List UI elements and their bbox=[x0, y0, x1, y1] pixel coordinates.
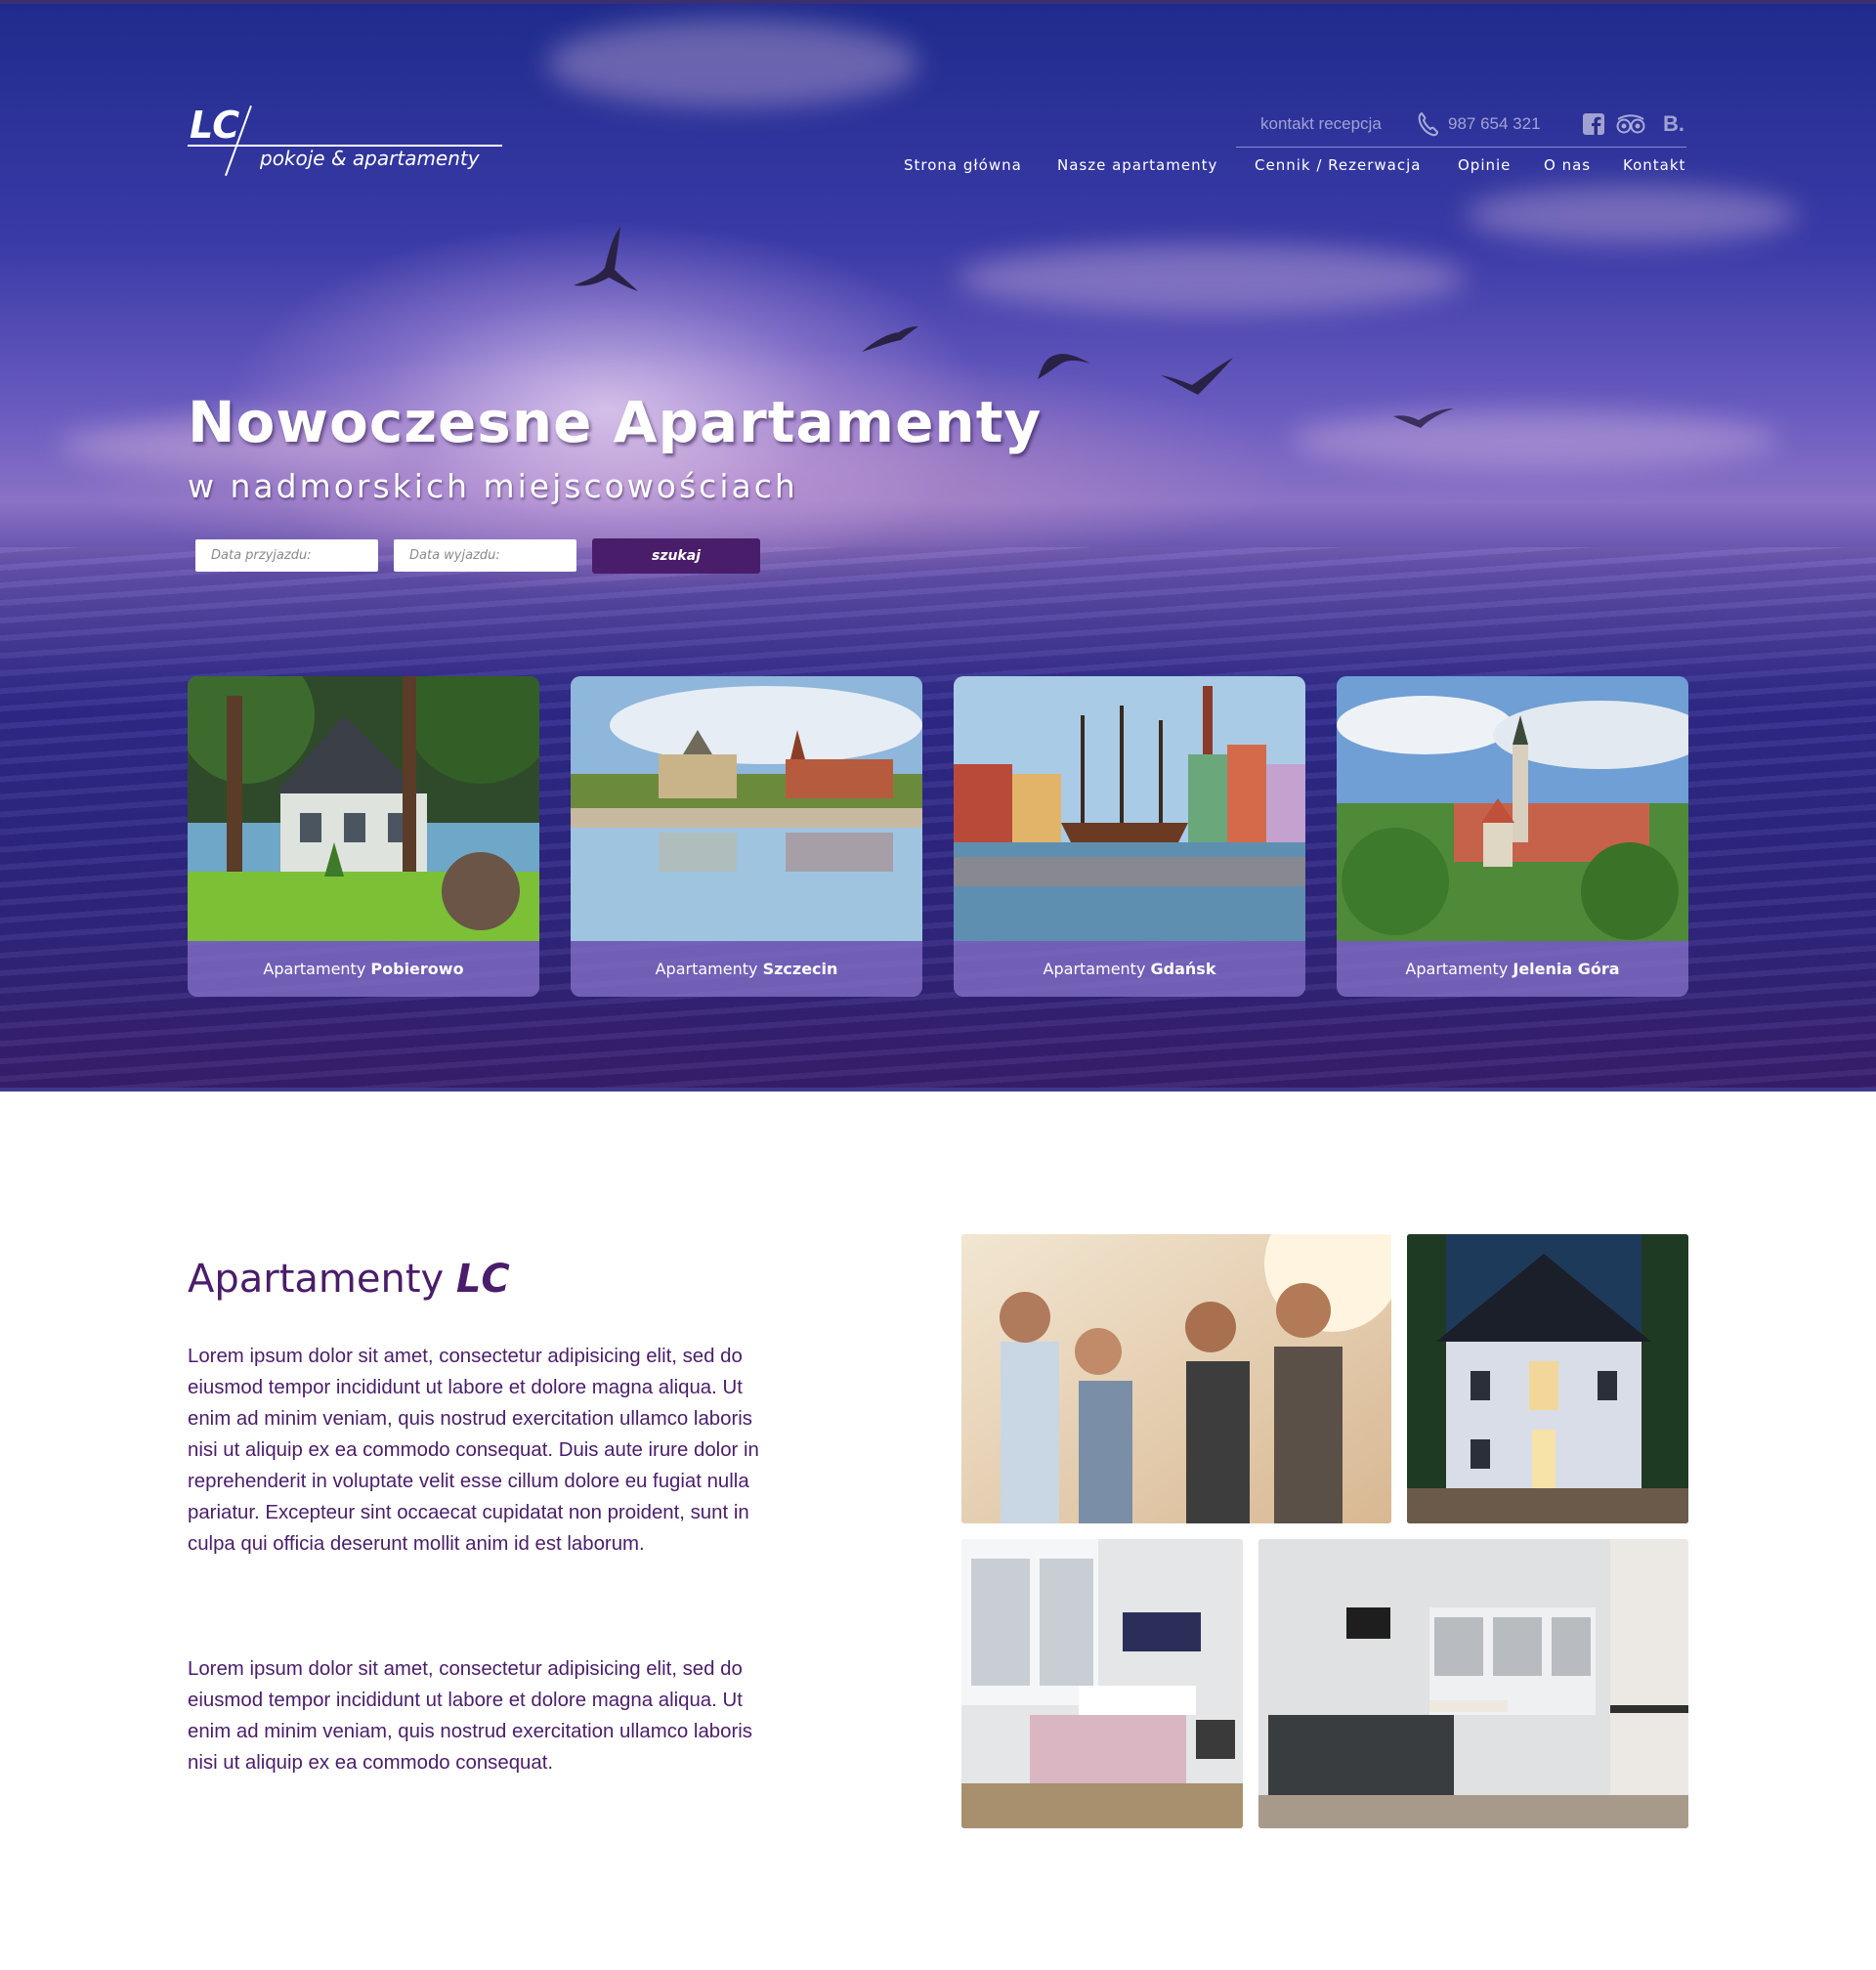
hero-bottom-border bbox=[0, 1088, 1876, 1092]
card-location-name: Szczecin bbox=[762, 960, 838, 978]
hero-section: LC pokoje & apartamenty kontakt recepcja… bbox=[0, 0, 1876, 1092]
nav-item-home[interactable]: Strona główna bbox=[904, 156, 1022, 174]
cloud bbox=[1466, 186, 1798, 244]
hero-subtitle: w nadmorskich miejscowościach bbox=[188, 467, 798, 505]
card-prefix: Apartamenty bbox=[655, 960, 758, 978]
location-card-jelenia-gora[interactable]: Apartamenty Jelenia Góra bbox=[1337, 676, 1688, 997]
contact-label: kontakt recepcja bbox=[1260, 114, 1382, 133]
card-prefix: Apartamenty bbox=[263, 960, 366, 978]
phone-icon[interactable] bbox=[1417, 111, 1438, 137]
booking-icon[interactable]: B. bbox=[1663, 111, 1684, 137]
card-location-name: Pobierowo bbox=[370, 960, 464, 978]
location-card-label: Apartamenty Gdańsk bbox=[954, 941, 1305, 997]
cloud bbox=[547, 20, 918, 107]
card-location-name: Jelenia Góra bbox=[1513, 960, 1620, 978]
logo-tagline: pokoje & apartamenty bbox=[260, 147, 480, 170]
about-paragraph: Lorem ipsum dolor sit amet, consectetur … bbox=[188, 1346, 759, 1555]
about-title-prefix: Apartamenty bbox=[188, 1257, 445, 1302]
tripadvisor-icon[interactable] bbox=[1616, 113, 1645, 135]
location-card-label: Apartamenty Pobierowo bbox=[188, 941, 539, 997]
main-nav: Strona główna Nasze apartamenty Cennik /… bbox=[879, 156, 1686, 178]
bird-icon bbox=[1161, 358, 1233, 395]
bedroom-photo bbox=[961, 1539, 1243, 1828]
szczecin-photo bbox=[571, 676, 922, 941]
arrival-date-input[interactable] bbox=[195, 539, 378, 572]
about-title: Apartamenty LC bbox=[188, 1257, 510, 1302]
cloud bbox=[958, 244, 1466, 313]
contact-bar: kontakt recepcja 987 654 321 B. bbox=[1260, 111, 1686, 139]
location-card-szczecin[interactable]: Apartamenty Szczecin bbox=[571, 676, 922, 997]
departure-date-input[interactable] bbox=[394, 539, 576, 572]
nav-divider bbox=[1236, 147, 1686, 148]
card-prefix: Apartamenty bbox=[1405, 960, 1509, 978]
living-room-photo bbox=[1258, 1539, 1688, 1828]
bird-icon bbox=[574, 227, 638, 291]
nav-item-pricing[interactable]: Cennik / Rezerwacja bbox=[1255, 156, 1421, 174]
bird-icon bbox=[862, 326, 918, 352]
location-card-pobierowo[interactable]: Apartamenty Pobierowo bbox=[188, 676, 539, 997]
hero-top-border bbox=[0, 0, 1876, 4]
bird-icon bbox=[1038, 354, 1090, 379]
bird-icon bbox=[1393, 408, 1454, 428]
house-night-photo bbox=[1407, 1234, 1688, 1523]
nav-item-about[interactable]: O nas bbox=[1544, 156, 1591, 174]
location-card-gdansk[interactable]: Apartamenty Gdańsk bbox=[954, 676, 1305, 997]
search-button[interactable]: szukaj bbox=[592, 538, 760, 574]
hero-title: Nowoczesne Apartamenty bbox=[188, 389, 1043, 455]
nav-item-apartments[interactable]: Nasze apartamenty bbox=[1057, 156, 1217, 174]
about-paragraph: Lorem ipsum dolor sit amet, consectetur … bbox=[188, 1658, 752, 1774]
gdansk-photo bbox=[954, 676, 1305, 941]
pobierowo-photo bbox=[188, 676, 539, 941]
cloud bbox=[1290, 410, 1778, 469]
nav-item-reviews[interactable]: Opinie bbox=[1458, 156, 1511, 174]
site-logo[interactable]: LC pokoje & apartamenty bbox=[188, 104, 502, 178]
location-card-label: Apartamenty Jelenia Góra bbox=[1337, 941, 1688, 997]
jelenia-gora-photo bbox=[1337, 676, 1688, 941]
nav-item-contact[interactable]: Kontakt bbox=[1623, 156, 1685, 174]
logo-mark: LC bbox=[190, 104, 239, 147]
location-card-label: Apartamenty Szczecin bbox=[571, 941, 922, 997]
about-title-brand: LC bbox=[455, 1257, 510, 1302]
card-location-name: Gdańsk bbox=[1150, 960, 1216, 978]
phone-number[interactable]: 987 654 321 bbox=[1448, 114, 1541, 134]
facebook-icon[interactable] bbox=[1583, 113, 1604, 135]
friends-photo bbox=[961, 1234, 1391, 1523]
card-prefix: Apartamenty bbox=[1043, 960, 1146, 978]
